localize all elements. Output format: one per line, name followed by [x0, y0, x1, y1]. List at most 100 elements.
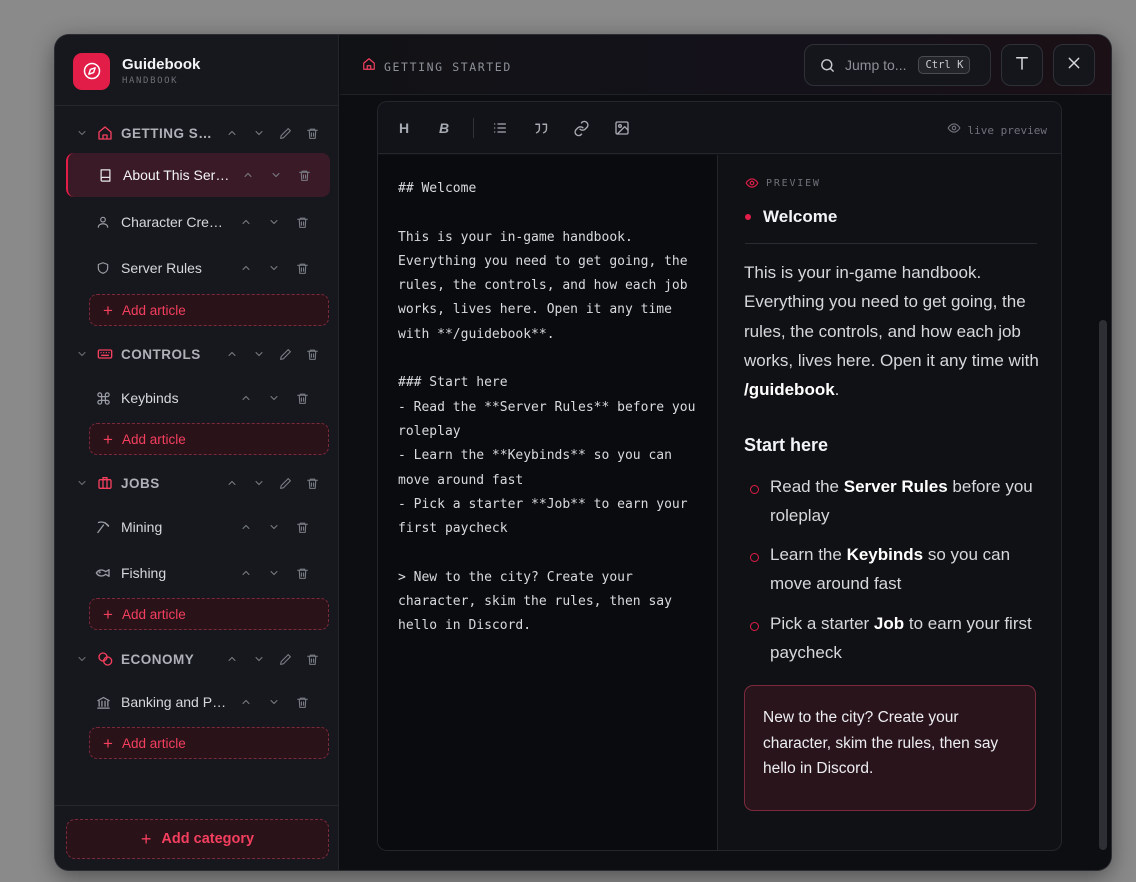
bold-button[interactable]: B — [434, 118, 454, 138]
trash-icon[interactable] — [299, 344, 326, 364]
chevron-up-icon[interactable] — [218, 649, 245, 669]
trash-icon[interactable] — [288, 517, 316, 537]
article-label: Character Creation — [121, 214, 229, 230]
main-panel: GETTING STARTED Jump to... Ctrl K H B li… — [340, 35, 1111, 870]
preview-paragraph: This is your in-game handbook. Everythin… — [744, 258, 1039, 404]
sidebar-item-banking[interactable]: Banking and Payments — [66, 680, 330, 724]
chevron-up-icon[interactable] — [232, 517, 260, 537]
breadcrumb-label: GETTING STARTED — [384, 59, 512, 74]
markdown-source-editor[interactable]: ## Welcome This is your in-game handbook… — [378, 155, 718, 850]
chevron-down-icon[interactable] — [75, 653, 89, 665]
guidebook-window: Guidebook HANDBOOK GETTING STARTED Abo — [55, 35, 1111, 870]
add-article-button[interactable]: + Add article — [89, 294, 329, 326]
sidebar-item-character-creation[interactable]: Character Creation — [66, 200, 330, 244]
list-bold: Server Rules — [843, 477, 948, 496]
list-item: Read the Server Rules before you rolepla… — [770, 472, 1040, 531]
add-category-button[interactable]: + Add category — [66, 819, 329, 859]
chevron-up-icon[interactable] — [232, 563, 260, 583]
source-line: rules, the controls, and how each job — [398, 278, 688, 294]
category-label: GETTING STARTED — [121, 125, 217, 141]
trash-icon[interactable] — [288, 692, 316, 712]
pencil-icon[interactable] — [272, 123, 299, 143]
quote-icon[interactable] — [531, 118, 551, 138]
trash-icon[interactable] — [290, 165, 318, 185]
divider — [55, 805, 338, 806]
source-line: - Read the **Server Rules** before you — [398, 399, 696, 415]
image-icon[interactable] — [612, 118, 632, 138]
preview-subheading: Start here — [744, 435, 829, 455]
category-controls[interactable]: CONTROLS — [75, 341, 321, 367]
chevron-down-icon[interactable] — [260, 692, 288, 712]
category-getting-started[interactable]: GETTING STARTED — [75, 120, 321, 146]
pencil-icon[interactable] — [272, 649, 299, 669]
source-line: move around fast — [398, 472, 524, 488]
chevron-down-icon[interactable] — [260, 258, 288, 278]
chevron-up-icon[interactable] — [232, 388, 260, 408]
sidebar-item-keybinds[interactable]: Keybinds — [66, 376, 330, 420]
chevron-down-icon[interactable] — [75, 477, 89, 489]
live-preview-indicator: live preview — [947, 121, 1047, 140]
add-article-label: Add article — [121, 431, 186, 447]
preview-heading: Welcome — [745, 207, 1037, 244]
chevron-down-icon[interactable] — [245, 649, 272, 669]
sidebar-item-fishing[interactable]: Fishing — [66, 551, 330, 595]
heading-button[interactable]: H — [394, 118, 414, 138]
source-line: - Pick a starter **Job** to earn your — [398, 496, 688, 512]
chevron-down-icon[interactable] — [75, 348, 89, 360]
chevron-up-icon[interactable] — [218, 123, 245, 143]
list-bullet — [750, 622, 759, 631]
pencil-icon[interactable] — [272, 473, 299, 493]
brand-subtitle: HANDBOOK — [122, 75, 179, 86]
trash-icon[interactable] — [288, 388, 316, 408]
home-icon — [362, 57, 376, 76]
trash-icon[interactable] — [299, 123, 326, 143]
chevron-up-icon[interactable] — [234, 165, 262, 185]
scrollbar[interactable] — [1099, 320, 1107, 850]
list-bullet — [750, 485, 759, 494]
chevron-up-icon[interactable] — [232, 258, 260, 278]
eye-icon — [745, 178, 759, 188]
live-preview-label: live preview — [967, 124, 1047, 137]
close-icon — [1066, 55, 1082, 76]
category-economy[interactable]: ECONOMY — [75, 646, 321, 672]
trash-icon[interactable] — [288, 563, 316, 583]
trash-icon[interactable] — [299, 649, 326, 669]
category-label: ECONOMY — [121, 651, 195, 667]
trash-icon[interactable] — [288, 258, 316, 278]
jump-to-search[interactable]: Jump to... Ctrl K — [804, 44, 991, 86]
trash-icon[interactable] — [299, 473, 326, 493]
chevron-down-icon[interactable] — [260, 212, 288, 232]
trash-icon[interactable] — [288, 212, 316, 232]
keyboard-icon — [97, 346, 113, 362]
link-icon[interactable] — [571, 118, 591, 138]
chevron-down-icon[interactable] — [260, 517, 288, 537]
chevron-down-icon[interactable] — [260, 388, 288, 408]
chevron-up-icon[interactable] — [232, 212, 260, 232]
chevron-up-icon[interactable] — [218, 473, 245, 493]
search-placeholder: Jump to... — [845, 57, 907, 73]
sidebar-item-server-rules[interactable]: Server Rules — [66, 246, 330, 290]
preview-blockquote: New to the city? Create your character, … — [744, 685, 1036, 811]
chevron-down-icon[interactable] — [262, 165, 290, 185]
chevron-down-icon[interactable] — [75, 127, 89, 139]
text-size-button[interactable] — [1001, 44, 1043, 86]
add-article-button[interactable]: + Add article — [89, 598, 329, 630]
chevron-up-icon[interactable] — [218, 344, 245, 364]
chevron-down-icon[interactable] — [245, 473, 272, 493]
add-article-button[interactable]: + Add article — [89, 727, 329, 759]
source-line: works, lives here. Open it any time — [398, 302, 672, 318]
chevron-down-icon[interactable] — [245, 344, 272, 364]
close-button[interactable] — [1053, 44, 1095, 86]
search-icon — [819, 57, 836, 74]
sidebar-item-mining[interactable]: Mining — [66, 505, 330, 549]
sidebar-item-about-this-server[interactable]: About This Server — [66, 153, 330, 197]
eye-icon — [947, 121, 961, 140]
chevron-down-icon[interactable] — [260, 563, 288, 583]
category-jobs[interactable]: JOBS — [75, 470, 321, 496]
list-icon[interactable] — [490, 118, 510, 138]
pencil-icon[interactable] — [272, 344, 299, 364]
add-article-button[interactable]: + Add article — [89, 423, 329, 455]
chevron-up-icon[interactable] — [232, 692, 260, 712]
briefcase-icon — [97, 475, 113, 491]
chevron-down-icon[interactable] — [245, 123, 272, 143]
